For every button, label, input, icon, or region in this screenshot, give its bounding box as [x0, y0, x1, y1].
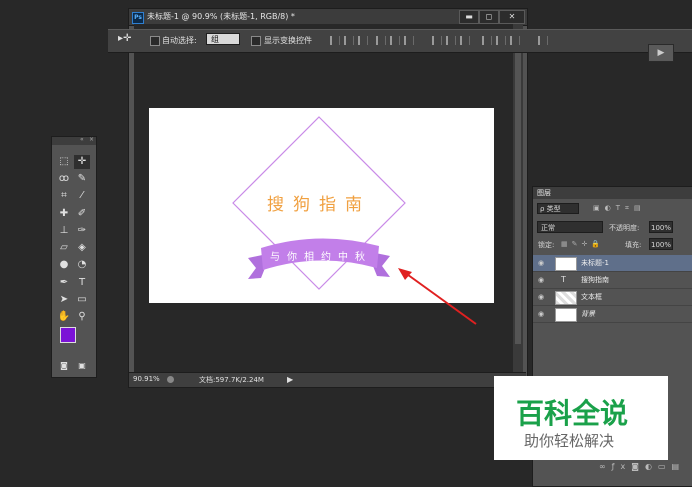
photoshop-logo-icon: Ps — [132, 12, 144, 24]
fill-label: 填充: — [625, 241, 642, 249]
vertical-scrollbar[interactable] — [513, 24, 523, 376]
layer-name: 文本框 — [581, 293, 602, 301]
shape-tool-icon[interactable]: ▭ — [74, 293, 90, 307]
quick-mask-icon[interactable]: ◙ — [56, 359, 72, 373]
layer-footer-icons[interactable]: ∞ƒx◙◐▭▤ — [599, 462, 685, 471]
distribute-hcenter-icon[interactable] — [496, 36, 506, 45]
opacity-input[interactable]: 100% — [649, 221, 673, 233]
status-arrow-icon[interactable]: ▶ — [287, 375, 293, 384]
eye-icon[interactable]: ◉ — [538, 259, 544, 267]
ribbon-text: 与你相约中秋 — [270, 250, 372, 263]
layer-thumbnail — [555, 291, 577, 305]
watermark-title: 百科全说 — [516, 397, 629, 430]
maximize-button[interactable]: ◻ — [479, 10, 499, 24]
distribute-bottom-icon[interactable] — [460, 36, 470, 45]
zoom-level[interactable]: 90.91% — [133, 375, 160, 383]
auto-select-dropdown[interactable]: 组 — [206, 33, 240, 45]
show-transform-checkbox[interactable] — [251, 36, 261, 46]
eraser-tool-icon[interactable]: ▱ — [56, 241, 72, 255]
align-hcenter-icon[interactable] — [390, 36, 400, 45]
lasso-tool-icon[interactable]: ꝏ — [56, 172, 72, 186]
marquee-tool-icon[interactable]: ⬚ — [56, 155, 72, 169]
type-tool-icon[interactable]: T — [74, 276, 90, 290]
layer-name: 搜狗指南 — [581, 276, 609, 284]
paint-bucket-icon[interactable]: ◈ — [74, 241, 90, 255]
layer-name: 背景 — [581, 310, 595, 318]
layers-tab[interactable]: 图层 — [537, 188, 551, 198]
brush-tool-icon[interactable]: ✐ — [74, 207, 90, 221]
eye-icon[interactable]: ◉ — [538, 276, 544, 284]
scrollbar-thumb[interactable] — [515, 44, 521, 344]
document-info: 文档:597.7K/2.24M — [199, 376, 264, 384]
healing-brush-icon[interactable]: ✚ — [56, 207, 72, 221]
stamp-tool-icon[interactable]: ⊥ — [56, 224, 72, 238]
crop-tool-icon[interactable]: ⌗ — [56, 189, 72, 203]
text-layer-icon: T — [561, 275, 566, 284]
minimize-button[interactable]: ▬ — [459, 10, 479, 24]
eyedropper-icon[interactable]: ⁄ — [74, 189, 90, 203]
move-tool-icon[interactable]: ✛ — [74, 155, 90, 169]
move-tool-icon[interactable]: ▸✛ — [118, 33, 131, 44]
eye-icon[interactable]: ◉ — [538, 310, 544, 318]
blur-tool-icon[interactable]: ● — [56, 258, 72, 272]
eye-icon[interactable]: ◉ — [538, 293, 544, 301]
panel-expand-icon[interactable]: ▶ — [648, 44, 674, 62]
lock-icons[interactable]: ▦✎✛🔒 — [561, 240, 604, 248]
status-bar: 90.91% 文档:597.7K/2.24M ▶ — [129, 372, 526, 387]
close-icon[interactable]: × — [89, 136, 94, 143]
hand-tool-icon[interactable]: ✋ — [56, 310, 72, 324]
layer-row[interactable]: ◉ 未标题-1 — [533, 255, 692, 272]
foreground-color-swatch[interactable] — [60, 327, 76, 343]
layer-name: 未标题-1 — [581, 259, 609, 267]
quick-select-icon[interactable]: ✎ — [74, 172, 90, 186]
zoom-tool-icon[interactable]: ⚲ — [74, 310, 90, 324]
fill-input[interactable]: 100% — [649, 238, 673, 250]
history-brush-icon[interactable]: ✑ — [74, 224, 90, 238]
distribute-vcenter-icon[interactable] — [446, 36, 456, 45]
opacity-label: 不透明度: — [609, 224, 640, 232]
auto-select-label: 自动选择: — [162, 36, 197, 45]
watermark-subtitle: 助你轻松解决 — [524, 432, 615, 450]
distribute-left-icon[interactable] — [482, 36, 492, 45]
layer-row[interactable]: ◉ T 搜狗指南 — [533, 272, 692, 289]
tools-panel-header[interactable]: « × — [52, 136, 96, 145]
watermark-logo: 百科全说 助你轻松解决 — [494, 376, 668, 460]
layer-thumbnail — [555, 257, 577, 271]
layer-row[interactable]: ◉ 文本框 — [533, 289, 692, 306]
align-vcenter-icon[interactable] — [344, 36, 354, 45]
close-button[interactable]: ✕ — [499, 10, 525, 24]
align-bottom-icon[interactable] — [358, 36, 368, 45]
dodge-tool-icon[interactable]: ◔ — [74, 258, 90, 272]
tools-panel: « × ⬚ ✛ ꝏ ✎ ⌗ ⁄ ✚ ✐ ⊥ ✑ ▱ ◈ ● ◔ ✒ T ➤ ▭ … — [51, 136, 97, 378]
pen-tool-icon[interactable]: ✒ — [56, 276, 72, 290]
screen-mode-icon[interactable]: ▣ — [74, 359, 90, 373]
blend-mode-dropdown[interactable]: 正常 — [537, 221, 603, 233]
layer-filter-dropdown[interactable]: ρ 类型 — [537, 203, 579, 214]
collapse-icon[interactable]: « — [80, 136, 84, 143]
options-bar: ▸✛ 自动选择: 组 显示变换控件 ▶ — [108, 29, 692, 62]
align-left-icon[interactable] — [376, 36, 386, 45]
main-title-text: 搜狗指南 — [267, 195, 371, 215]
filter-icons[interactable]: ▣◐T⌗▤ — [593, 204, 646, 213]
show-transform-label: 显示变换控件 — [264, 36, 312, 45]
distribute-top-icon[interactable] — [432, 36, 442, 45]
status-icon[interactable] — [167, 376, 174, 383]
lock-label: 锁定: — [538, 241, 555, 249]
auto-align-icon[interactable] — [538, 36, 548, 45]
distribute-right-icon[interactable] — [510, 36, 520, 45]
layers-panel-header: 图层 — [533, 187, 692, 199]
layer-row[interactable]: ◉ 背景 — [533, 306, 692, 323]
path-select-icon[interactable]: ➤ — [56, 293, 72, 307]
document-title: 未标题-1 @ 90.9% (未标题-1, RGB/8) * — [147, 12, 295, 21]
annotation-arrow — [398, 268, 477, 325]
align-top-icon[interactable] — [330, 36, 340, 45]
align-right-icon[interactable] — [404, 36, 414, 45]
auto-select-checkbox[interactable] — [150, 36, 160, 46]
layer-thumbnail — [555, 308, 577, 322]
